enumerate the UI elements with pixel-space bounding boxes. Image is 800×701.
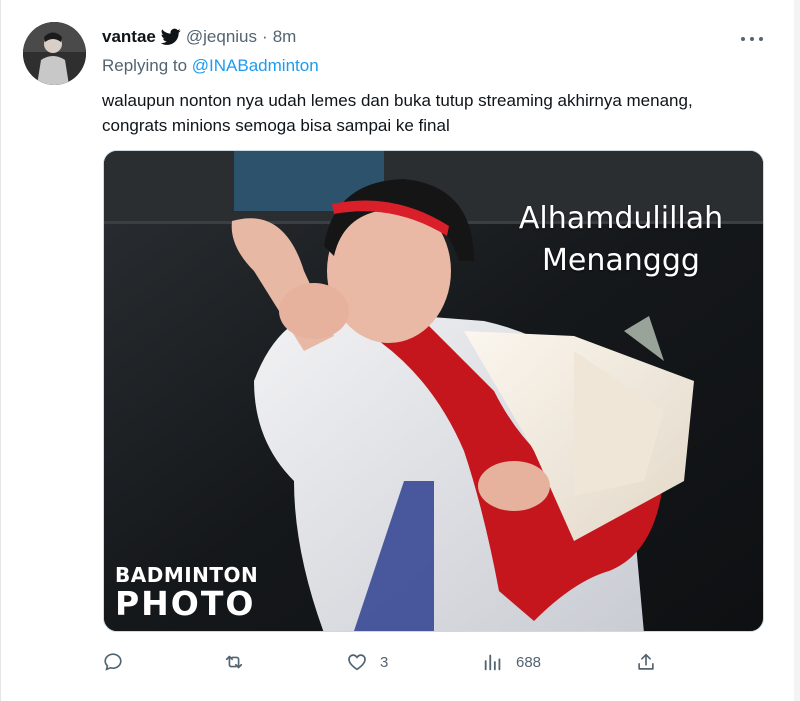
overlay-line-1: Alhamdulillah bbox=[518, 201, 724, 236]
share-icon bbox=[638, 653, 654, 670]
like-button[interactable]: 3 bbox=[346, 650, 388, 674]
reply-icon bbox=[104, 653, 122, 671]
more-dot bbox=[759, 37, 763, 41]
reply-mention-link[interactable]: @INABadminton bbox=[192, 56, 319, 75]
user-handle[interactable]: @jeqnius bbox=[186, 27, 257, 47]
tweet-actions: 3 688 bbox=[102, 650, 662, 674]
more-dot bbox=[750, 37, 754, 41]
replying-to: Replying to @INABadminton bbox=[102, 56, 319, 76]
views-count: 688 bbox=[516, 653, 542, 671]
views-button[interactable]: 688 bbox=[482, 650, 541, 674]
more-dot bbox=[741, 37, 745, 41]
retweet-icon bbox=[225, 655, 243, 669]
tweet-header: vantae @jeqnius · 8m bbox=[102, 26, 296, 48]
like-count: 3 bbox=[380, 653, 389, 671]
replying-prefix: Replying to bbox=[102, 56, 188, 75]
twitter-bird-icon bbox=[160, 28, 181, 46]
reply-button[interactable] bbox=[102, 650, 124, 674]
display-name[interactable]: vantae bbox=[102, 27, 156, 47]
share-button[interactable] bbox=[635, 650, 657, 674]
tweet-text: walaupun nonton nya udah lemes dan buka … bbox=[102, 91, 693, 135]
overlay-line-2: Menanggg bbox=[542, 243, 700, 278]
retweet-button[interactable] bbox=[223, 650, 245, 674]
heart-icon bbox=[348, 654, 366, 671]
timestamp[interactable]: 8m bbox=[273, 27, 297, 47]
tweet[interactable]: vantae @jeqnius · 8m Replying to @INABad… bbox=[0, 0, 800, 701]
photo-caption-overlay: Alhamdulillah Menanggg bbox=[506, 198, 736, 282]
watermark-bottom: PHOTO bbox=[115, 584, 256, 623]
more-options-icon[interactable] bbox=[741, 36, 763, 42]
tweet-photo[interactable]: Alhamdulillah Menanggg BADMINTON PHOTO bbox=[103, 150, 764, 632]
badminton-photo-watermark: BADMINTON PHOTO bbox=[115, 565, 258, 620]
separator-dot: · bbox=[262, 27, 268, 46]
views-icon bbox=[484, 654, 501, 671]
avatar[interactable] bbox=[23, 22, 86, 85]
watermark-top: BADMINTON bbox=[115, 563, 259, 587]
